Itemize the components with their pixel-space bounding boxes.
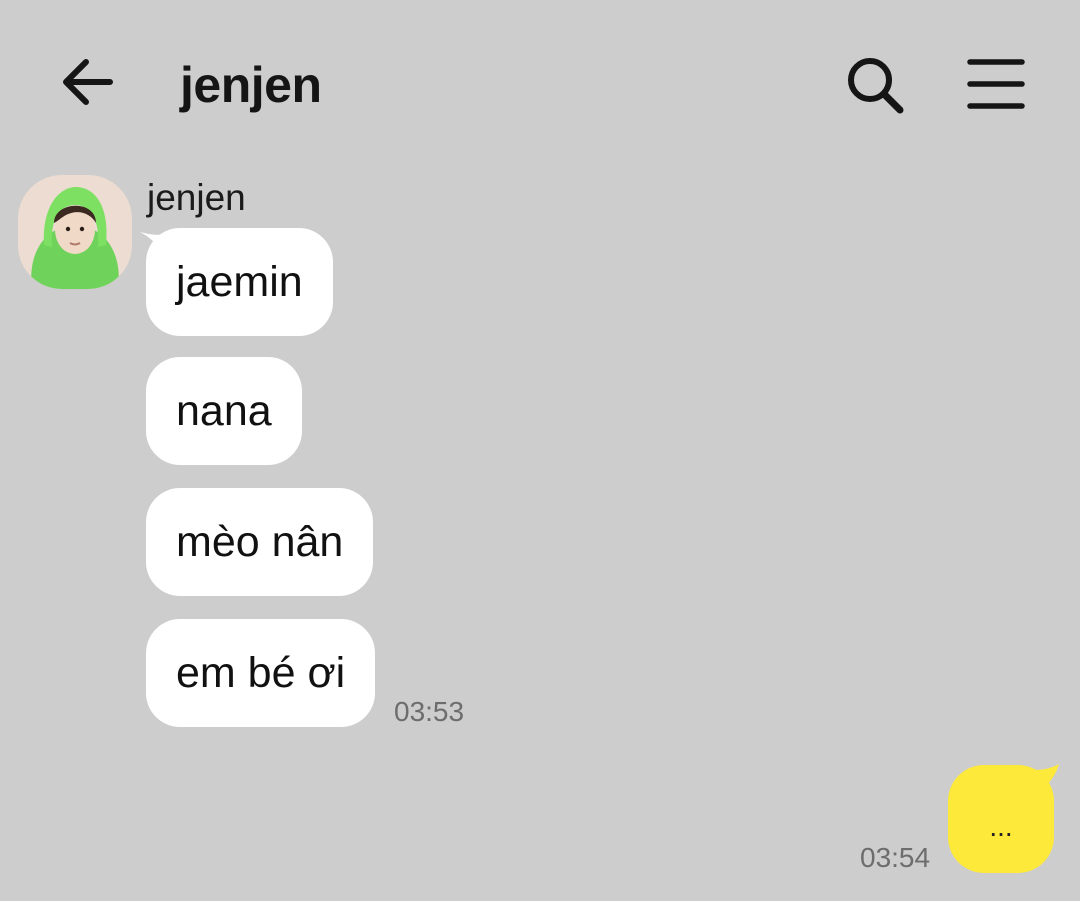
sender-name: jenjen — [147, 177, 246, 218]
avatar[interactable] — [18, 175, 132, 289]
my-message-bubble[interactable]: ... — [948, 765, 1054, 873]
message-bubble[interactable]: nana — [146, 357, 302, 465]
arrow-left-icon — [63, 59, 113, 105]
message-timestamp: 03:54 — [860, 842, 931, 873]
message-bubble[interactable]: mèo nân — [146, 488, 374, 596]
search-button[interactable] — [842, 52, 908, 118]
back-button[interactable] — [56, 50, 120, 114]
search-icon — [848, 58, 904, 114]
chat-title: jenjen — [180, 57, 322, 113]
chat-header: jenjen — [0, 0, 1080, 160]
menu-button[interactable] — [966, 54, 1026, 114]
hamburger-menu-icon — [967, 59, 1025, 109]
message-bubble[interactable]: jaemin — [146, 228, 333, 336]
avatar-photo — [18, 175, 132, 289]
message-timestamp: 03:53 — [394, 696, 465, 727]
message-bubble[interactable]: em bé ơi — [146, 619, 376, 727]
